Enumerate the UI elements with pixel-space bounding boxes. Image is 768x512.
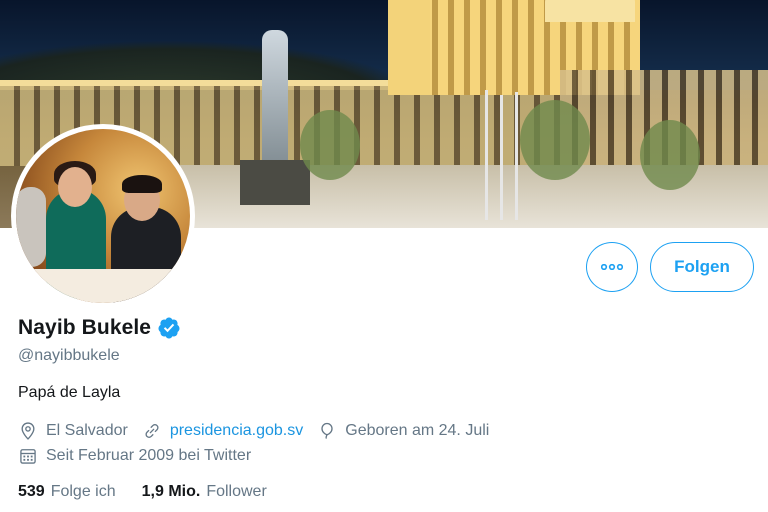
profile-website-link[interactable]: presidencia.gob.sv bbox=[170, 422, 303, 440]
profile-birthday: Geboren am 24. Juli bbox=[317, 421, 489, 441]
avatar-photo-man-hair bbox=[122, 175, 162, 193]
banner-flagpole bbox=[515, 92, 518, 220]
link-icon bbox=[145, 424, 159, 438]
avatar[interactable] bbox=[11, 124, 195, 308]
calendar-icon bbox=[20, 449, 36, 464]
avatar-photo bbox=[16, 129, 190, 303]
profile-website[interactable]: presidencia.gob.sv bbox=[142, 421, 303, 441]
profile-meta-row: El Salvador presidencia.gob.sv Geboren a… bbox=[18, 421, 503, 441]
following-count: 539 bbox=[18, 483, 45, 500]
profile-joined: Seit Februar 2009 bei Twitter bbox=[18, 446, 251, 466]
banner-tree bbox=[640, 120, 700, 190]
profile-location: El Salvador bbox=[18, 421, 128, 441]
followers-stat[interactable]: 1,9 Mio. Follower bbox=[142, 483, 267, 501]
profile-handle: @nayibbukele bbox=[18, 347, 120, 364]
banner-dome bbox=[545, 0, 635, 22]
location-pin-icon bbox=[21, 422, 35, 440]
profile-joined-text: Seit Februar 2009 bei Twitter bbox=[46, 447, 252, 464]
profile-name-row: Nayib Bukele bbox=[18, 316, 181, 340]
profile-name: Nayib Bukele bbox=[18, 316, 152, 339]
following-label: Folge ich bbox=[50, 483, 116, 500]
avatar-photo-table bbox=[16, 269, 190, 303]
profile-location-text: El Salvador bbox=[46, 422, 128, 439]
more-horizontal-icon bbox=[601, 264, 623, 270]
more-options-button[interactable] bbox=[586, 242, 638, 292]
verified-badge-icon[interactable] bbox=[157, 316, 181, 340]
banner-monument-base bbox=[240, 160, 310, 205]
banner-flagpole bbox=[485, 90, 488, 220]
profile-stats: 539 Folge ich 1,9 Mio. Follower bbox=[18, 483, 293, 501]
profile-birthday-text: Geboren am 24. Juli bbox=[345, 422, 490, 439]
followers-count: 1,9 Mio. bbox=[141, 483, 201, 500]
profile-bio: Papá de Layla bbox=[18, 384, 121, 401]
balloon-icon bbox=[321, 422, 333, 439]
banner-flagpole bbox=[500, 95, 503, 220]
following-stat[interactable]: 539 Folge ich bbox=[18, 483, 116, 501]
banner-tree bbox=[520, 100, 590, 180]
avatar-photo-woman-face bbox=[58, 167, 92, 207]
followers-label: Follower bbox=[206, 483, 267, 500]
follow-button[interactable]: Folgen bbox=[650, 242, 754, 292]
banner-cathedral-tower bbox=[388, 0, 430, 95]
avatar-photo-guest bbox=[16, 187, 46, 267]
banner-tree bbox=[300, 110, 360, 180]
